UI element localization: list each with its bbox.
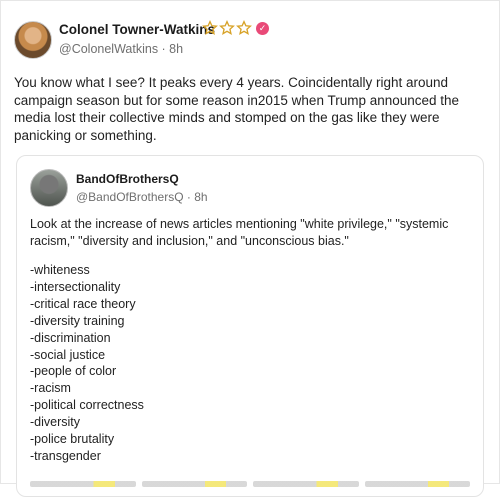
star-icon <box>236 20 252 35</box>
star-icon <box>219 20 235 35</box>
term-list: -whiteness -intersectionality -critical … <box>30 262 144 465</box>
list-item: -diversity training <box>30 313 125 328</box>
author-handle-time: @ColonelWatkins · 8h <box>59 42 184 56</box>
list-item: -political correctness <box>30 398 144 413</box>
list-item: -diversity <box>30 415 81 430</box>
author-badges: ✓ <box>202 20 269 36</box>
quoted-text: Look at the increase of news articles me… <box>30 217 449 248</box>
quoted-handle-time: @BandOfBrothersQ · 8h <box>76 190 208 204</box>
avatar[interactable] <box>14 21 52 59</box>
verified-icon: ✓ <box>256 21 269 35</box>
list-item: -social justice <box>30 347 106 362</box>
list-item: -critical race theory <box>30 296 136 311</box>
post-card: Colonel Towner-Watkins ✓ @ColonelWatkins… <box>0 0 500 497</box>
star-icon <box>202 20 218 35</box>
chart-thumbnails[interactable] <box>30 478 470 488</box>
chart-thumbnail[interactable] <box>141 481 247 487</box>
list-item: -people of color <box>30 364 117 379</box>
list-item: -whiteness <box>30 263 90 277</box>
list-item: -transgender <box>30 448 101 463</box>
chart-thumbnail[interactable] <box>30 481 136 487</box>
list-item: -racism <box>30 381 71 396</box>
chart-thumbnail[interactable] <box>364 481 470 487</box>
quoted-avatar[interactable] <box>30 169 68 207</box>
author-name[interactable]: Colonel Towner-Watkins <box>59 22 215 37</box>
post-text: You know what I see? It peaks every 4 ye… <box>14 75 460 143</box>
list-item: -intersectionality <box>30 279 121 294</box>
list-item: -discrimination <box>30 330 111 345</box>
quoted-post[interactable]: BandOfBrothersQ @BandOfBrothersQ · 8h Lo… <box>16 155 484 497</box>
list-item: -police brutality <box>30 432 115 447</box>
quoted-author-name[interactable]: BandOfBrothersQ <box>76 172 179 186</box>
chart-thumbnail[interactable] <box>253 481 359 487</box>
